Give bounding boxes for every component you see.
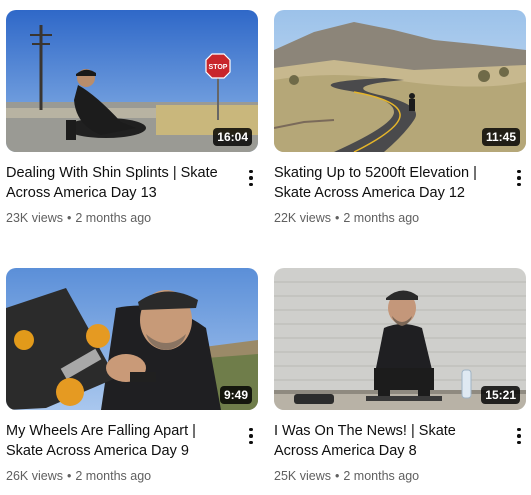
meta-separator: • <box>334 211 340 225</box>
view-count: 22K views <box>274 211 331 225</box>
upload-age: 2 months ago <box>343 211 420 225</box>
video-metadata: 22K views • 2 months ago <box>274 210 419 226</box>
video-title[interactable]: I Was On The News! | Skate Across Americ… <box>274 421 496 461</box>
video-duration: 11:45 <box>481 128 520 146</box>
more-options-icon[interactable] <box>244 167 258 189</box>
video-thumbnail[interactable]: 9:49 <box>6 268 258 410</box>
video-duration: 9:49 <box>219 386 252 404</box>
stop-sign-text: STOP <box>209 64 228 71</box>
video-duration: 16:04 <box>213 128 252 146</box>
more-options-icon[interactable] <box>512 167 526 189</box>
meta-separator: • <box>334 469 340 483</box>
view-count: 26K views <box>6 469 63 483</box>
video-metadata: 25K views • 2 months ago <box>274 468 419 484</box>
more-options-icon[interactable] <box>512 425 526 447</box>
video-thumbnail[interactable]: STOP 16:04 <box>6 10 258 152</box>
video-title[interactable]: My Wheels Are Falling Apart | Skate Acro… <box>6 421 228 461</box>
view-count: 23K views <box>6 211 63 225</box>
video-title[interactable]: Skating Up to 5200ft Elevation | Skate A… <box>274 163 496 203</box>
video-thumbnail[interactable]: 11:45 <box>274 10 526 152</box>
video-metadata: 23K views • 2 months ago <box>6 210 151 226</box>
upload-age: 2 months ago <box>75 469 152 483</box>
more-options-icon[interactable] <box>244 425 258 447</box>
upload-age: 2 months ago <box>75 211 152 225</box>
meta-separator: • <box>66 211 72 225</box>
video-duration: 15:21 <box>481 386 520 404</box>
upload-age: 2 months ago <box>343 469 420 483</box>
view-count: 25K views <box>274 469 331 483</box>
video-metadata: 26K views • 2 months ago <box>6 468 151 484</box>
video-title[interactable]: Dealing With Shin Splints | Skate Across… <box>6 163 228 203</box>
video-thumbnail[interactable]: 15:21 <box>274 268 526 410</box>
meta-separator: • <box>66 469 72 483</box>
